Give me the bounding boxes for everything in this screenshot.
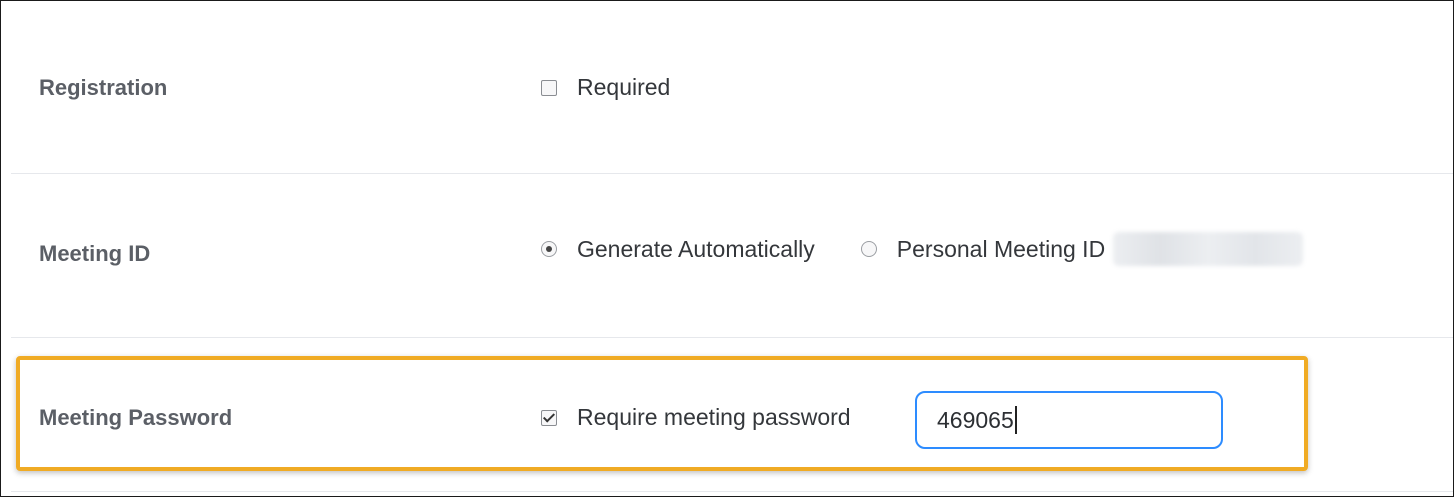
require-password-checkbox[interactable] <box>541 409 557 426</box>
generate-automatically-radio[interactable] <box>541 241 557 257</box>
require-password-option[interactable]: Require meeting password <box>541 404 851 431</box>
meeting-password-value: 469065 <box>937 406 1014 433</box>
meeting-password-input[interactable]: 469065 <box>915 391 1223 449</box>
generate-automatically-label: Generate Automatically <box>577 235 815 262</box>
settings-panel: Registration Required Meeting ID Generat… <box>0 0 1454 497</box>
registration-required-checkbox[interactable] <box>541 79 557 96</box>
personal-meeting-id-option[interactable]: Personal Meeting ID <box>860 232 1304 266</box>
meeting-id-options: Generate Automatically Personal Meeting … <box>541 232 1304 266</box>
meeting-password-label: Meeting Password <box>39 405 233 430</box>
registration-required-option[interactable]: Required <box>541 74 670 101</box>
row-divider <box>11 491 1453 492</box>
require-password-label: Require meeting password <box>577 404 851 430</box>
redacted-meeting-id <box>1113 232 1304 266</box>
generate-automatically-option[interactable]: Generate Automatically <box>541 236 815 263</box>
personal-meeting-id-label: Personal Meeting ID <box>896 235 1106 262</box>
text-caret <box>1014 406 1017 434</box>
row-divider <box>11 337 1453 338</box>
meeting-id-label: Meeting ID <box>39 241 151 266</box>
registration-required-label: Required <box>577 74 671 100</box>
personal-meeting-id-radio[interactable] <box>860 241 877 257</box>
row-divider <box>11 173 1453 174</box>
registration-label: Registration <box>39 75 168 100</box>
